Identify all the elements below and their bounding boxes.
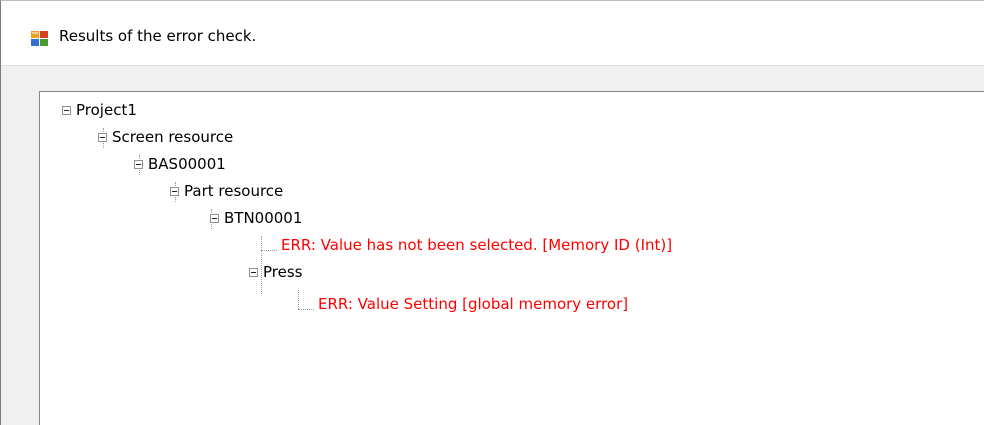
error-message: ERR: Value Setting [global memory error] (318, 295, 629, 313)
tree-connector-line (298, 309, 314, 310)
collapse-toggle-icon[interactable] (98, 133, 107, 142)
collapse-toggle-icon[interactable] (62, 106, 71, 115)
tree-node-label: Screen resource (112, 128, 234, 146)
tree-node-label: Project1 (76, 101, 137, 119)
error-check-window: Results of the error check. Project1 Scr… (0, 0, 984, 425)
tree-node-label: Press (263, 263, 303, 281)
collapse-toggle-icon[interactable] (249, 268, 258, 277)
app-window-icon (31, 31, 49, 47)
error-message: ERR: Value has not been selected. [Memor… (281, 236, 673, 254)
tree-connector-line (298, 290, 299, 309)
tree-node-label: Part resource (184, 182, 284, 200)
window-title: Results of the error check. (59, 27, 257, 45)
error-tree-view[interactable]: Project1 Screen resource BAS00001 Part r… (39, 91, 984, 425)
tree-node-label: BAS00001 (148, 155, 226, 173)
tree-node-label: BTN00001 (224, 209, 303, 227)
tree-connector-line (261, 250, 277, 251)
collapse-toggle-icon[interactable] (134, 160, 143, 169)
collapse-toggle-icon[interactable] (170, 187, 179, 196)
title-bar: Results of the error check. (1, 1, 984, 66)
tree-connector-line (261, 236, 262, 294)
collapse-toggle-icon[interactable] (210, 214, 219, 223)
